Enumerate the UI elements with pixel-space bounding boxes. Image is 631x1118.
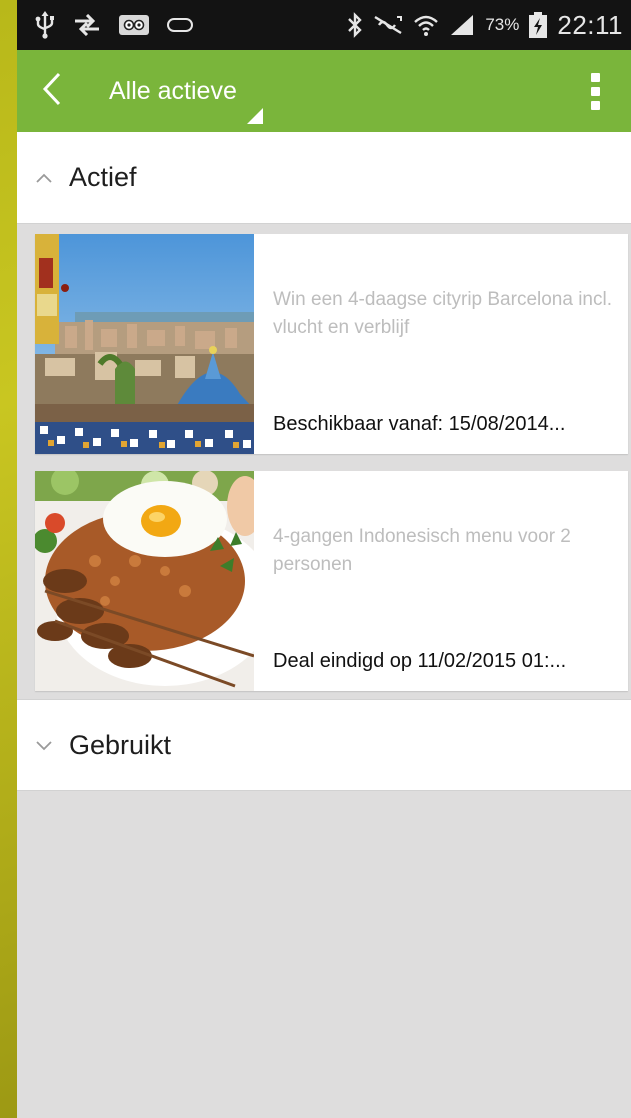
back-arrow-icon	[41, 71, 63, 112]
nfc-mute-icon	[373, 13, 403, 37]
section-title-active: Actief	[69, 162, 137, 192]
deal-image-barcelona	[35, 234, 254, 454]
phone-screen: 73% 22:11 Alle actieve Actief Win een 4-…	[17, 0, 631, 1118]
deal-availability: Beschikbaar vanaf: 15/08/2014...	[273, 413, 566, 435]
filter-dropdown[interactable]: Alle actieve	[87, 50, 267, 132]
more-vertical-icon	[590, 72, 600, 82]
chevron-up-icon	[33, 167, 55, 189]
deal-description: 4-gangen Indonesisch menu voor 2 persone…	[273, 526, 571, 575]
section-header-used[interactable]: Gebruikt	[17, 699, 631, 791]
overflow-menu-button[interactable]	[573, 50, 617, 132]
bluetooth-icon	[347, 12, 363, 38]
sync-icon	[73, 14, 101, 36]
page-title: Alle actieve	[109, 76, 237, 105]
usb-icon	[35, 11, 55, 39]
deal-card[interactable]: 4-gangen Indonesisch menu voor 2 persone…	[35, 471, 628, 691]
deal-image-indonesian-food	[35, 471, 254, 691]
deal-card[interactable]: Win een 4-daagse cityrip Barcelona incl.…	[35, 234, 628, 454]
deal-end-date: Deal eindigd op 11/02/2015 01:...	[273, 650, 567, 672]
clock: 22:11	[557, 9, 623, 40]
section-header-active[interactable]: Actief	[17, 132, 631, 224]
dropdown-indicator-icon	[246, 108, 263, 124]
status-bar: 73% 22:11	[17, 0, 631, 50]
active-deals-list: Win een 4-daagse cityrip Barcelona incl.…	[17, 224, 631, 699]
battery-charging-icon	[529, 12, 548, 38]
deal-description: Win een 4-daagse cityrip Barcelona incl.…	[273, 289, 613, 338]
tripadvisor-icon	[119, 15, 149, 35]
app-bar: Alle actieve	[17, 50, 631, 132]
signal-icon	[449, 13, 475, 37]
back-button[interactable]	[17, 50, 87, 132]
wifi-icon	[413, 13, 439, 37]
chevron-down-icon	[33, 734, 55, 756]
section-title-used: Gebruikt	[69, 729, 172, 760]
battery-percentage: 73%	[485, 15, 520, 34]
voicemail-icon	[167, 18, 193, 32]
